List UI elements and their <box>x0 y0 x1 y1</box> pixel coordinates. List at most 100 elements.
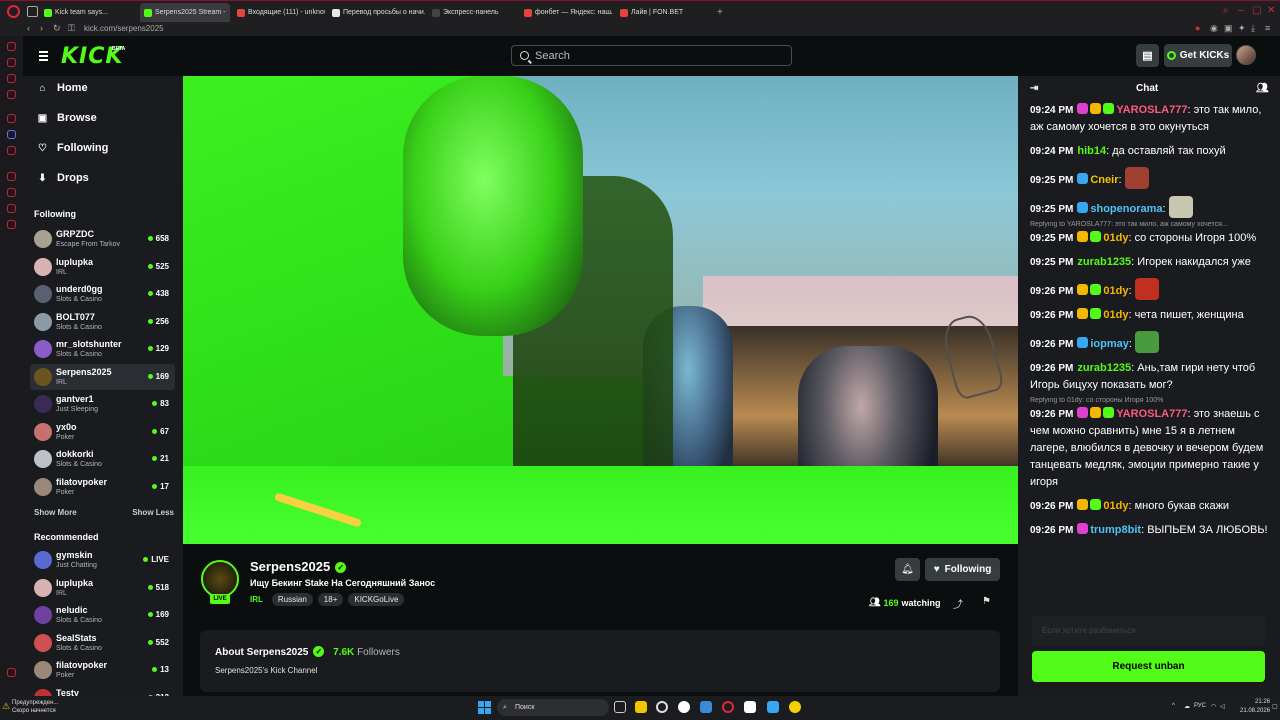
channel-item[interactable]: BOLT077 Slots & Casino 256 <box>30 309 175 335</box>
minimize-icon[interactable]: – <box>1238 5 1244 16</box>
channel-item[interactable]: Testy312 <box>30 685 175 696</box>
chat-username[interactable]: 01dy <box>1103 232 1128 244</box>
channel-item[interactable]: dokkorki Slots & Casino 21 <box>30 446 175 472</box>
chrome-icon[interactable] <box>656 701 668 713</box>
channel-item[interactable]: filatovpoker Poker 17 <box>30 474 175 500</box>
file-explorer-icon[interactable] <box>635 701 647 713</box>
opera-taskbar-icon[interactable] <box>722 701 734 713</box>
browser-tab[interactable]: Входящие (111) - unknown <box>233 3 325 22</box>
user-avatar[interactable] <box>1236 45 1256 65</box>
volume-icon[interactable]: ◁ <box>1220 703 1225 710</box>
notification-widget[interactable]: Предупрежден... Скоро начнется <box>12 699 58 715</box>
get-kicks-button[interactable]: Get KICKs <box>1164 44 1232 67</box>
channel-avatar[interactable] <box>201 560 239 598</box>
channel-item[interactable]: underd0gg Slots & Casino 438 <box>30 281 175 307</box>
wifi-icon[interactable]: ◠ <box>1211 703 1216 710</box>
task-view-icon[interactable] <box>614 701 626 713</box>
whatsapp-sidebar-icon[interactable] <box>7 204 16 213</box>
adblock-icon[interactable]: ◉ <box>1210 23 1218 34</box>
channel-item[interactable]: luplupka IRL 525 <box>30 254 175 280</box>
tag-kickgolive[interactable]: KICKGoLive <box>348 593 405 606</box>
download-icon[interactable]: ⤓ <box>1251 23 1255 34</box>
home-sidebar-icon[interactable] <box>7 42 16 51</box>
theater-mode-button[interactable]: ▤ <box>1136 44 1159 67</box>
menu-icon[interactable]: ≡ <box>1265 23 1270 33</box>
twitter-sidebar-icon[interactable] <box>7 146 16 155</box>
channel-item[interactable]: gantver1 Just Sleeping 83 <box>30 391 175 417</box>
search-input[interactable]: Search <box>511 45 792 66</box>
reload-icon[interactable]: ↻ <box>53 23 61 34</box>
channel-item[interactable]: filatovpoker Poker 13 <box>30 657 175 683</box>
video-player[interactable] <box>183 76 1018 544</box>
player-sidebar-icon[interactable] <box>7 172 16 181</box>
channel-item[interactable]: neludic Slots & Casino 169 <box>30 602 175 628</box>
settings-sidebar-icon[interactable] <box>7 220 16 229</box>
opera-logo-icon[interactable] <box>7 5 20 18</box>
forward-icon[interactable]: › <box>40 23 43 33</box>
yandex-icon[interactable] <box>678 701 690 713</box>
search-tabs-icon[interactable]: ⌕ <box>1223 5 1229 16</box>
taskbar-search[interactable]: ⌕ Поиск <box>497 699 609 716</box>
chat-username[interactable]: 01dy <box>1103 309 1128 321</box>
channel-item[interactable]: gymskin Just Chatting LIVE <box>30 547 175 573</box>
maximize-icon[interactable]: ▢ <box>1252 5 1261 16</box>
messenger-sidebar-icon[interactable] <box>7 74 16 83</box>
instagram-sidebar-icon[interactable] <box>7 90 16 99</box>
channel-item[interactable]: SealStats Slots & Casino 552 <box>30 630 175 656</box>
chat-username[interactable]: zurab1235 <box>1077 362 1131 374</box>
browser-tab[interactable]: Kick team says... <box>40 3 135 22</box>
bug-app-icon[interactable] <box>789 701 801 713</box>
extensions-icon[interactable]: ✦ <box>1238 23 1246 34</box>
more-sidebar-icon[interactable] <box>7 668 16 677</box>
chat-username[interactable]: 01dy <box>1103 285 1128 297</box>
chat-users-icon[interactable]: 👥︎ <box>1256 83 1269 94</box>
tag-18-plus[interactable]: 18+ <box>317 593 344 606</box>
chat-username[interactable]: hib14 <box>1077 145 1106 157</box>
start-button[interactable] <box>478 701 491 714</box>
snapshot-icon[interactable]: ▣ <box>1224 23 1233 34</box>
maps-sidebar-icon[interactable] <box>7 58 16 67</box>
notifications-icon[interactable]: ▢ <box>1272 703 1278 710</box>
browser-tab[interactable]: Экспресс-панель <box>428 3 516 22</box>
show-less-button[interactable]: Show Less <box>132 508 174 517</box>
share-icon[interactable]: ⤴ <box>953 596 963 611</box>
browser-tab[interactable]: фонбет — Яндекс: нашло... <box>520 3 612 22</box>
url-field[interactable]: kick.com/serpens2025 <box>84 24 164 33</box>
channel-item[interactable]: yx0o Poker 67 <box>30 419 175 445</box>
nav-drops[interactable]: ⬇ Drops <box>37 172 88 184</box>
collapse-chat-icon[interactable]: ⇥ <box>1030 83 1038 94</box>
channel-item[interactable]: luplupka IRL 518 <box>30 575 175 601</box>
chat-username[interactable]: Cneir <box>1090 174 1118 186</box>
language-indicator[interactable]: РУС <box>1194 703 1206 709</box>
channel-name[interactable]: Serpens2025 ✓ <box>250 559 347 574</box>
discord-sidebar-icon[interactable] <box>7 130 16 139</box>
channel-item[interactable]: Serpens2025 IRL 169 <box>30 363 175 390</box>
reply-context[interactable]: Replying to YAROSLA777: это так мило, аж… <box>1030 221 1270 228</box>
chat-username[interactable]: zurab1235 <box>1077 256 1131 268</box>
clock[interactable]: 21:26 21.08.2026 <box>1240 698 1270 716</box>
workspaces-icon[interactable] <box>27 6 38 17</box>
channel-item[interactable]: mr_slotshunter Slots & Casino 129 <box>30 336 175 362</box>
nav-home[interactable]: ⌂ Home <box>37 82 87 94</box>
cloud-icon[interactable]: ☁ <box>1184 703 1190 710</box>
tag-russian[interactable]: Russian <box>271 593 313 606</box>
browser-tab[interactable]: Лайв | FON.BET <box>616 3 708 22</box>
chat-input[interactable]: Если хотите разбаниться <box>1032 616 1265 646</box>
channel-item[interactable]: GRPZDC Escape From Tarkov 658 <box>30 226 175 252</box>
tray-chevron-icon[interactable]: ^ <box>1172 703 1175 709</box>
show-more-button[interactable]: Show More <box>34 508 77 517</box>
chat-username[interactable]: 01dy <box>1103 500 1128 512</box>
close-icon[interactable]: ✕ <box>1267 5 1275 16</box>
browser-tab[interactable]: Serpens2025 Stream - <box>140 3 230 22</box>
telegram-sidebar-icon[interactable] <box>7 114 16 123</box>
chat-username[interactable]: shopenorama <box>1090 203 1162 215</box>
nav-browse[interactable]: ▣ Browse <box>37 112 97 124</box>
back-icon[interactable]: ‹ <box>27 23 30 33</box>
chat-username[interactable]: trump8bit <box>1090 524 1141 536</box>
browser-tab[interactable]: Перевод просьбы о начи... <box>328 3 425 22</box>
nav-following[interactable]: ♡ Following <box>37 142 108 154</box>
report-icon[interactable]: ⚑ <box>982 596 991 607</box>
new-tab-button[interactable]: + <box>713 3 727 22</box>
notifications-bell-button[interactable]: 🔔︎ <box>895 558 920 581</box>
request-unban-button[interactable]: Request unban <box>1032 651 1265 682</box>
